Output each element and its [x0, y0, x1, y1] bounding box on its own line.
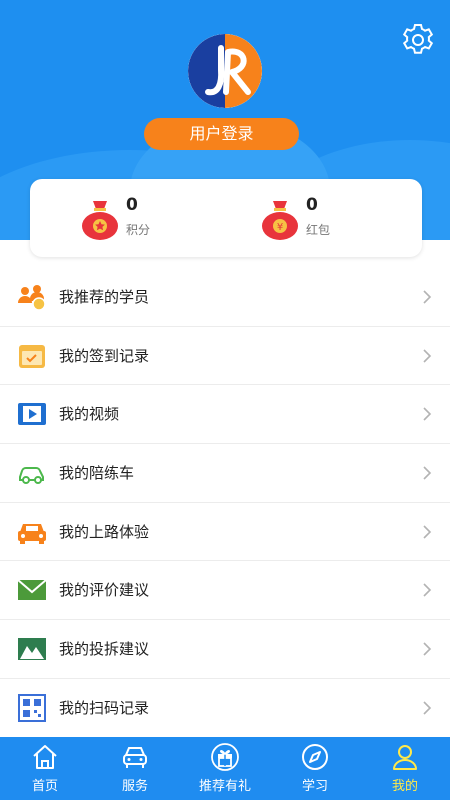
home-icon	[33, 745, 57, 769]
menu-item-label: 我的陪练车	[59, 464, 135, 483]
tab-home[interactable]: 首页	[0, 737, 90, 800]
car-front-icon	[123, 747, 147, 768]
chevron-right-icon	[423, 466, 432, 480]
menu-item-scan-records[interactable]: 我的扫码记录	[0, 679, 450, 738]
calendar-icon	[19, 344, 45, 368]
video-icon	[18, 403, 46, 426]
login-button[interactable]: 用户登录	[144, 118, 299, 150]
menu-item-label: 我的视频	[59, 405, 120, 424]
menu-item-recommended-students[interactable]: 我推荐的学员	[0, 268, 450, 327]
chevron-right-icon	[423, 349, 432, 363]
points-label: 积分	[126, 223, 151, 237]
menu-list: 我推荐的学员 我的签到记录 我的视频 我的陪练车 我的上路体验 我的评价建议 我…	[0, 268, 450, 738]
tab-label: 首页	[31, 779, 58, 794]
menu-item-my-videos[interactable]: 我的视频	[0, 385, 450, 445]
gift-icon	[211, 743, 239, 771]
menu-item-label: 我的上路体验	[59, 522, 150, 541]
stats-card: 0 积分 ¥ 0 红包	[30, 179, 422, 257]
menu-item-label: 我推荐的学员	[59, 288, 150, 306]
points-value: 0	[126, 195, 138, 215]
tab-study[interactable]: 学习	[270, 737, 360, 800]
qr-code-icon	[18, 693, 46, 722]
tab-label: 服务	[121, 779, 148, 794]
chevron-right-icon	[423, 583, 432, 598]
chevron-right-icon	[423, 525, 432, 539]
chevron-right-icon	[423, 407, 432, 421]
svg-text:¥: ¥	[277, 222, 283, 233]
chevron-right-icon	[423, 290, 432, 304]
users-icon	[18, 285, 46, 311]
mountain-icon	[18, 638, 46, 661]
menu-item-label: 我的签到记录	[59, 346, 150, 365]
settings-gear-icon[interactable]	[400, 22, 436, 58]
car-icon	[18, 523, 46, 544]
menu-item-checkin-records[interactable]: 我的签到记录	[0, 327, 450, 386]
tab-service[interactable]: 服务	[90, 737, 180, 800]
tab-referral-gift[interactable]: 推荐有礼	[180, 737, 270, 800]
menu-item-label: 我的扫码记录	[59, 698, 150, 717]
red-packet-value: 0	[306, 195, 318, 215]
user-icon	[393, 745, 417, 770]
bottom-tab-bar: 首页 服务 推荐有礼 学习 我的	[0, 737, 450, 800]
red-packet-stat[interactable]: ¥ 0 红包	[260, 195, 380, 245]
menu-item-reviews-suggestions[interactable]: 我的评价建议	[0, 561, 450, 621]
menu-item-road-experience[interactable]: 我的上路体验	[0, 503, 450, 562]
mail-icon	[17, 579, 47, 601]
tab-label: 我的	[391, 779, 418, 794]
menu-item-label: 我的投拆建议	[59, 640, 150, 659]
red-packet-label: 红包	[306, 223, 331, 237]
tab-mine[interactable]: 我的	[360, 737, 450, 800]
menu-item-practice-car[interactable]: 我的陪练车	[0, 444, 450, 503]
chevron-right-icon	[423, 701, 432, 715]
car-outline-icon	[19, 467, 44, 485]
money-bag-icon: ¥	[262, 201, 298, 240]
chevron-right-icon	[423, 642, 432, 656]
compass-icon	[302, 744, 328, 770]
app-logo	[188, 34, 262, 108]
menu-item-label: 我的评价建议	[59, 581, 150, 600]
money-bag-icon	[82, 201, 118, 240]
tab-label: 推荐有礼	[198, 779, 251, 794]
menu-item-complaints-suggestions[interactable]: 我的投拆建议	[0, 620, 450, 679]
tab-label: 学习	[301, 779, 328, 794]
points-stat[interactable]: 0 积分	[80, 195, 200, 245]
